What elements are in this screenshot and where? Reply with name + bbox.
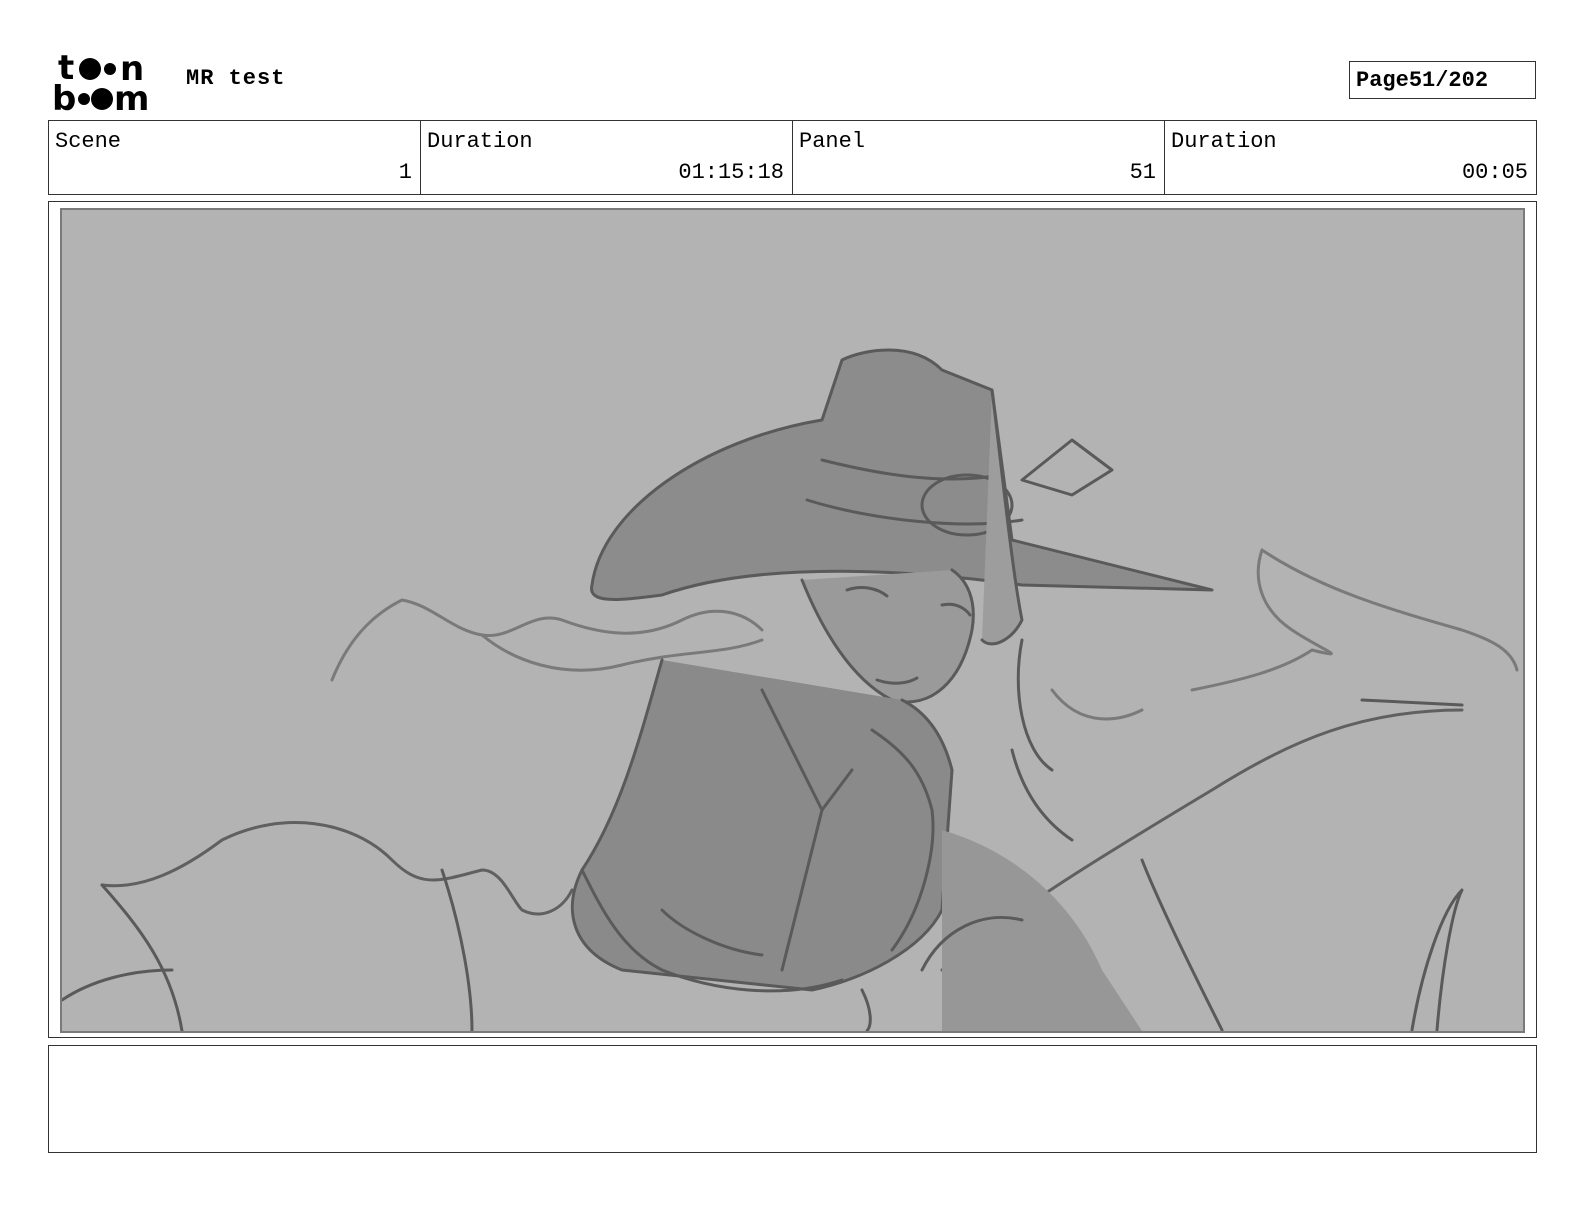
scene-label: Scene xyxy=(55,129,122,154)
page-label: Page xyxy=(1356,67,1409,93)
svg-text:m: m xyxy=(114,79,149,112)
page-indicator: Page 51/202 xyxy=(1349,61,1536,99)
scene-value: 1 xyxy=(398,160,412,185)
panel-value: 51 xyxy=(1129,160,1156,185)
panel-duration-value: 00:05 xyxy=(1461,160,1528,185)
scene-duration-cell: Duration 01:15:18 xyxy=(421,121,793,194)
panel-cell: Panel 51 xyxy=(793,121,1165,194)
scene-duration-value: 01:15:18 xyxy=(678,160,784,185)
panel-duration-label: Duration xyxy=(1171,129,1277,154)
storyboard-panel-sketch xyxy=(60,208,1525,1033)
panel-notes-box xyxy=(48,1045,1537,1153)
panel-duration-cell: Duration 00:05 xyxy=(1165,121,1536,194)
scene-duration-label: Duration xyxy=(427,129,533,154)
svg-text:b: b xyxy=(52,79,76,112)
scene-info-table: Scene 1 Duration 01:15:18 Panel 51 Durat… xyxy=(48,120,1537,195)
toon-boom-logo: t n b m xyxy=(52,48,164,119)
panel-label: Panel xyxy=(799,129,866,154)
project-title: MR test xyxy=(186,66,286,91)
sketch-drawing xyxy=(62,348,1519,1031)
page-number: 51/202 xyxy=(1408,67,1489,93)
scene-cell: Scene 1 xyxy=(49,121,421,194)
